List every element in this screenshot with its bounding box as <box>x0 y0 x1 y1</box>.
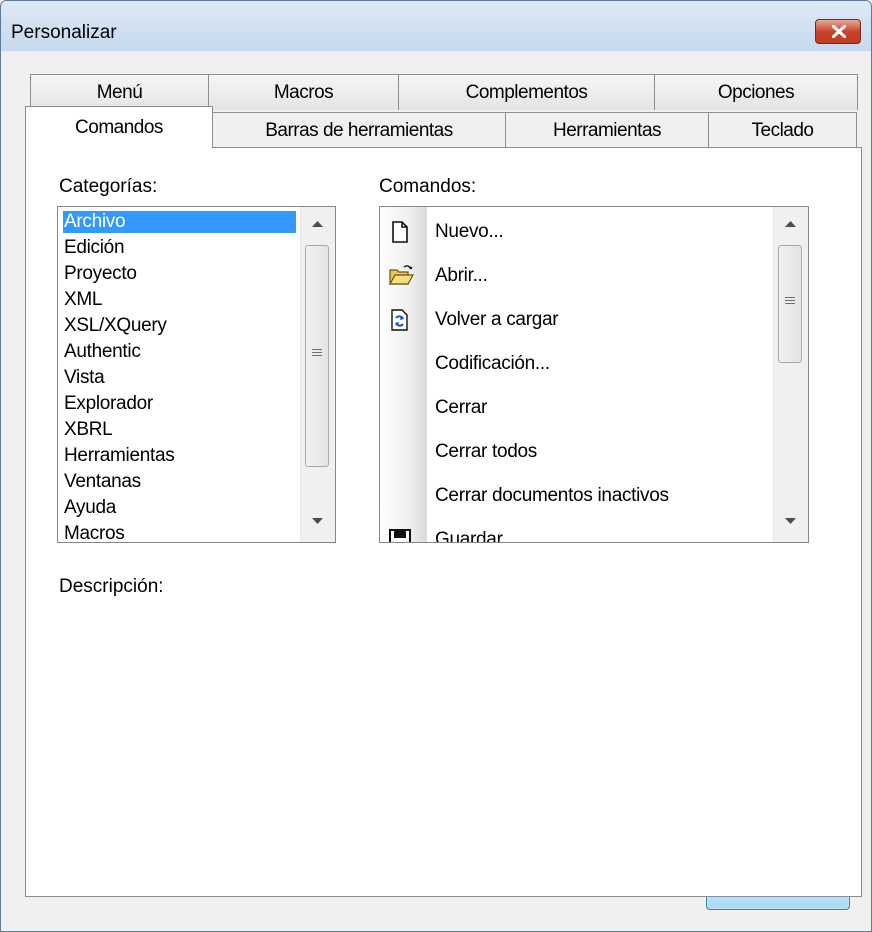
dialog-title: Personalizar <box>11 22 117 43</box>
grip-line <box>785 300 795 301</box>
command-label: Guardar <box>435 529 503 543</box>
commands-listbox[interactable]: Nuevo... Abrir... Volver a cargar Codificac… <box>379 206 809 543</box>
commands-scroll-thumb[interactable] <box>778 245 802 363</box>
categories-scrollbar[interactable] <box>300 207 335 542</box>
grip-line <box>312 355 322 356</box>
category-item[interactable]: Proyecto <box>63 263 137 285</box>
command-item[interactable]: Cerrar todos <box>380 431 770 475</box>
tab-addins[interactable]: Complementos <box>398 74 655 110</box>
category-item[interactable]: Ayuda <box>63 497 116 519</box>
dialog-client-area: Menú Macros Complementos Opciones Comand… <box>9 51 863 931</box>
command-item[interactable]: Nuevo... <box>380 211 770 255</box>
tab-tools[interactable]: Herramientas <box>505 112 709 148</box>
command-item[interactable]: Volver a cargar <box>380 299 770 343</box>
category-item[interactable]: Edición <box>63 237 125 259</box>
close-icon <box>832 25 846 38</box>
command-item[interactable]: Abrir... <box>380 255 770 299</box>
command-item[interactable]: Guardar <box>380 519 770 543</box>
open-folder-icon <box>388 264 415 288</box>
tab-options[interactable]: Opciones <box>654 74 858 110</box>
commands-label: Comandos: <box>379 176 477 197</box>
category-item[interactable]: Explorador <box>63 393 153 415</box>
tab-menu[interactable]: Menú <box>30 74 209 110</box>
save-icon <box>388 528 412 542</box>
command-item[interactable]: Codificación... <box>380 343 770 387</box>
command-label: Nuevo... <box>435 221 504 242</box>
category-item[interactable]: Vista <box>63 367 105 389</box>
category-item[interactable]: Authentic <box>63 341 141 363</box>
category-item[interactable]: XBRL <box>63 419 113 441</box>
command-label: Volver a cargar <box>435 309 559 330</box>
tab-macros[interactable]: Macros <box>208 74 399 110</box>
window-close-button[interactable] <box>815 19 861 44</box>
description-label: Descripción: <box>59 576 164 597</box>
categories-label: Categorías: <box>59 176 158 197</box>
customize-dialog: Personalizar Menú Macros Complementos Op… <box>0 0 872 932</box>
command-item[interactable]: Cerrar documentos inactivos <box>380 475 770 519</box>
command-label: Cerrar documentos inactivos <box>435 485 669 506</box>
categories-scroll-thumb[interactable] <box>305 245 329 467</box>
category-item[interactable]: XSL/XQuery <box>63 315 167 337</box>
category-item[interactable]: Archivo <box>63 211 296 233</box>
category-item[interactable]: Herramientas <box>63 445 175 467</box>
new-document-icon <box>388 220 412 244</box>
category-item[interactable]: XML <box>63 289 102 311</box>
command-label: Cerrar <box>435 397 488 418</box>
tab-toolbars[interactable]: Barras de herramientas <box>212 112 506 148</box>
scroll-up-arrow-icon[interactable] <box>312 221 323 228</box>
grip-line <box>785 303 795 304</box>
categories-listbox[interactable]: Archivo Edición Proyecto XML XSL/XQuery Authe… <box>57 206 336 543</box>
category-item[interactable]: Macros <box>63 523 125 542</box>
scroll-up-arrow-icon[interactable] <box>785 221 796 228</box>
command-item[interactable]: Cerrar <box>380 387 770 431</box>
command-label: Codificación... <box>435 353 550 374</box>
grip-line <box>785 297 795 298</box>
tab-keyboard[interactable]: Teclado <box>708 112 857 148</box>
grip-line <box>312 349 322 350</box>
title-bar[interactable]: Personalizar <box>1 1 871 51</box>
commands-scrollbar[interactable] <box>773 207 808 542</box>
category-item[interactable]: Ventanas <box>63 471 141 493</box>
scroll-down-arrow-icon[interactable] <box>312 518 323 525</box>
command-label: Abrir... <box>435 265 488 286</box>
commands-tab-panel: Categorías: Comandos: Archivo Edición Proy… <box>25 147 862 897</box>
reload-icon <box>388 308 412 332</box>
command-label: Cerrar todos <box>435 441 537 462</box>
tab-commands[interactable]: Comandos <box>25 106 213 148</box>
scroll-down-arrow-icon[interactable] <box>785 518 796 525</box>
grip-line <box>312 352 322 353</box>
